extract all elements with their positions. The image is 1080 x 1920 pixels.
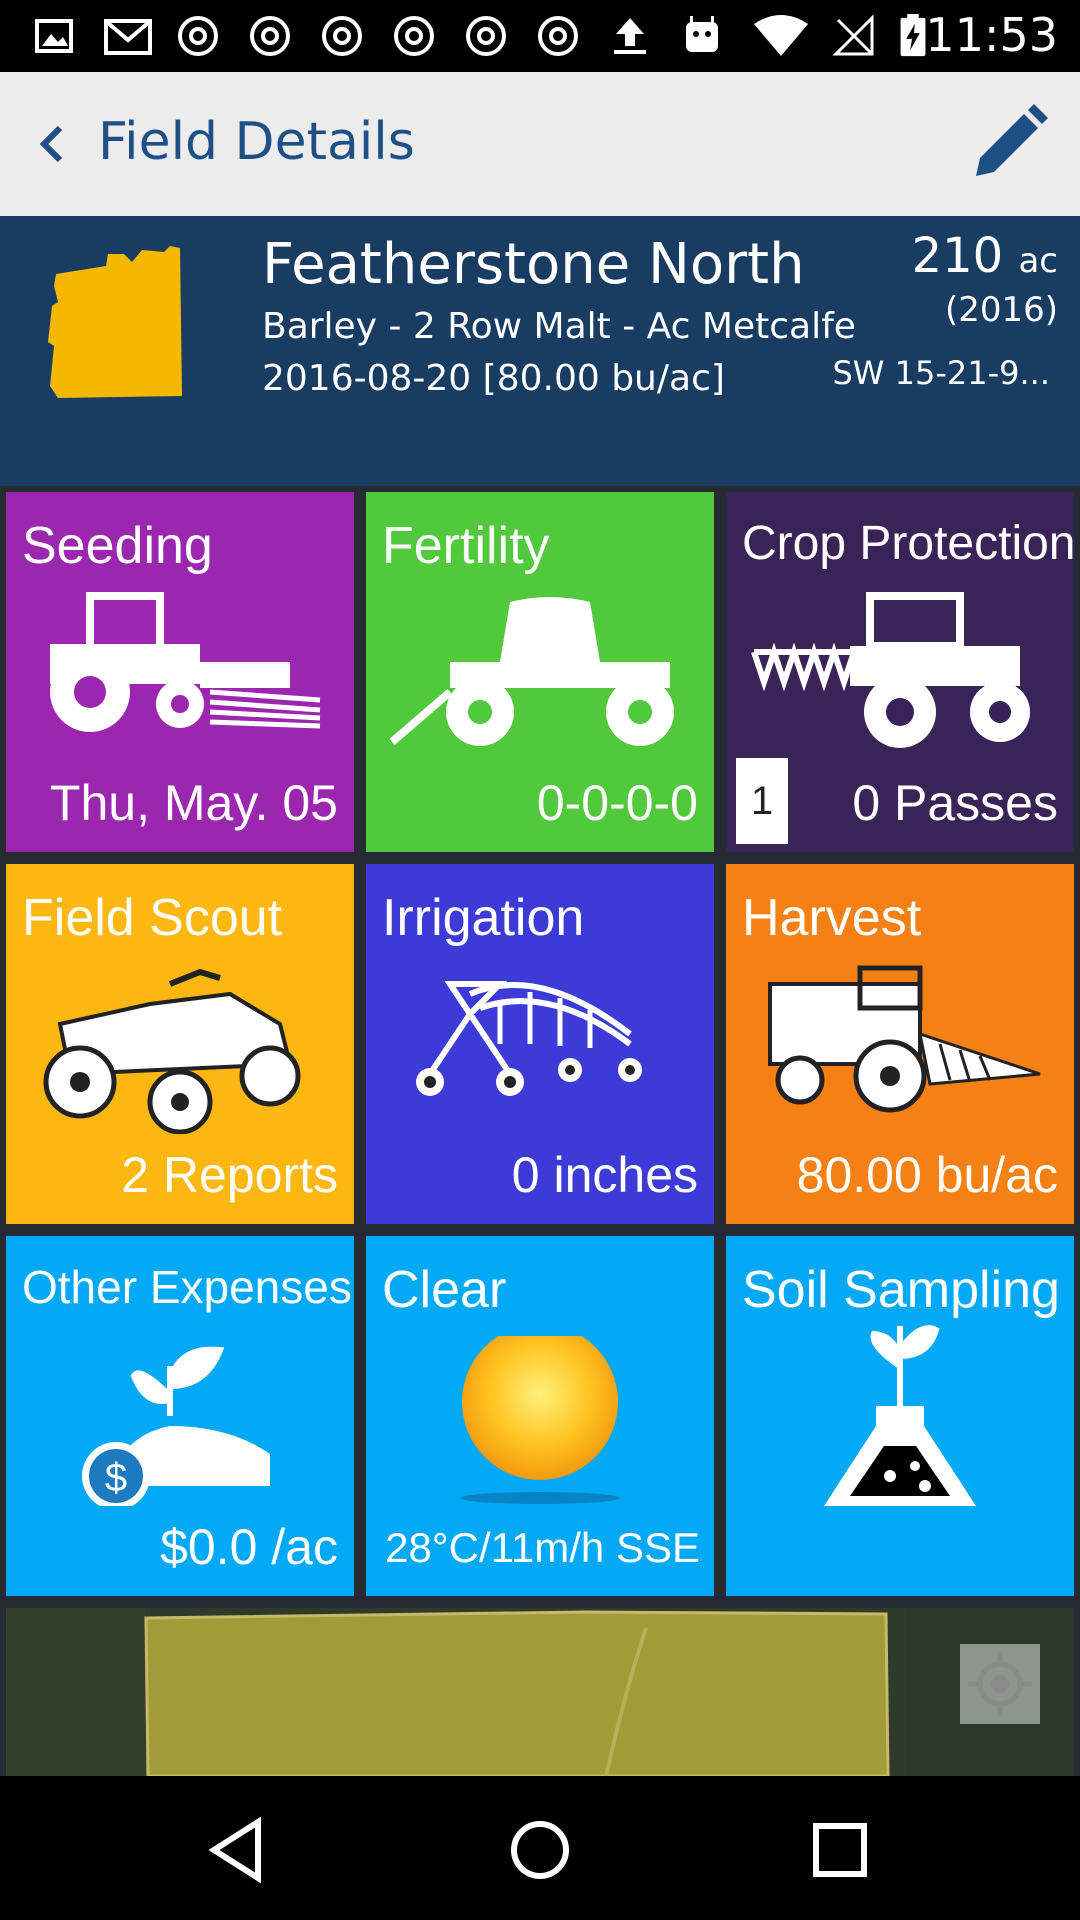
chrome-notification-icon: [322, 16, 362, 56]
tile-weather[interactable]: Clear 28°C/11m/h SSE: [366, 1236, 714, 1596]
image-notification-icon: [35, 19, 73, 53]
tile-title: Field Scout: [22, 889, 283, 947]
tile-field-scout[interactable]: Field Scout 2 Reports: [6, 864, 354, 1224]
tile-harvest[interactable]: Harvest 80.00 bu/ac: [726, 864, 1074, 1224]
tile-soil-sampling[interactable]: Soil Sampling: [726, 1236, 1074, 1596]
legal-land-description: SW 15-21-9...: [832, 354, 1050, 392]
chrome-notification-icon: [250, 16, 290, 56]
sprayer-icon: [751, 592, 1030, 748]
tile-title: Crop Protection: [742, 517, 1074, 570]
field-map[interactable]: [6, 1608, 1074, 1776]
tile-value: 2 Reports: [121, 1147, 338, 1203]
wifi-icon: [754, 15, 808, 56]
field-name: Featherstone North: [262, 232, 805, 297]
tile-title: Soil Sampling: [742, 1261, 1060, 1319]
fertilizer-cart-icon: [390, 597, 674, 746]
status-time: 11:53: [925, 8, 1058, 62]
app-bar: Field Details: [0, 72, 1080, 216]
pass-count-badge: 1: [736, 758, 788, 844]
tile-value: 80.00 bu/ac: [796, 1147, 1058, 1203]
gmail-notification-icon: [104, 19, 152, 55]
chrome-notification-icon: [394, 16, 434, 56]
seeder-tractor-icon: [50, 592, 321, 732]
tile-value: 28°C/11m/h SSE: [385, 1524, 700, 1571]
nav-home-icon[interactable]: [500, 1810, 580, 1890]
sun-icon: [460, 1336, 620, 1504]
back-button[interactable]: [24, 112, 84, 176]
tile-title: Other Expenses: [22, 1261, 352, 1313]
flask-sprout-icon: [824, 1325, 976, 1506]
tile-title: Seeding: [22, 517, 213, 575]
pivot-irrigation-icon: [416, 981, 642, 1096]
tile-title: Harvest: [742, 889, 922, 947]
money-plant-icon: $: [82, 1346, 270, 1506]
acres-unit: ac: [1018, 241, 1058, 281]
navigation-bar: [0, 1776, 1080, 1920]
harvest-date-yield: 2016-08-20 [80.00 bu/ac]: [262, 358, 725, 399]
chrome-notification-icon: [466, 16, 506, 56]
battery-charging-icon: [900, 14, 926, 57]
nav-recents-icon[interactable]: [800, 1810, 880, 1890]
tile-crop-protection[interactable]: Crop Protection 1 0 Passes: [726, 492, 1074, 852]
tile-value: 0 inches: [511, 1147, 698, 1203]
field-header[interactable]: Featherstone North Barley - 2 Row Malt -…: [0, 216, 1080, 486]
tile-irrigation[interactable]: Irrigation 0 inches: [366, 864, 714, 1224]
tile-title: Clear: [382, 1261, 507, 1319]
tile-fertility[interactable]: Fertility 0-0-0-0: [366, 492, 714, 852]
edit-button[interactable]: [966, 102, 1050, 186]
tile-other-expenses[interactable]: Other Expenses $ $0.0 /ac: [6, 1236, 354, 1596]
tile-title: Fertility: [382, 517, 550, 575]
acres-value: 210: [911, 228, 1004, 284]
crop-variety: Barley - 2 Row Malt - Ac Metcalfe: [262, 306, 856, 347]
tile-value: Thu, May. 05: [49, 775, 338, 831]
page-title: Field Details: [98, 112, 415, 172]
no-signal-icon: [832, 14, 874, 56]
upload-icon: [614, 18, 646, 54]
tile-value: $0.0 /ac: [160, 1519, 338, 1575]
combine-icon: [768, 965, 1041, 1113]
locate-me-button[interactable]: [960, 1644, 1040, 1724]
chrome-notification-icon: [178, 16, 218, 56]
tile-seeding[interactable]: Seeding Thu, May. 05: [6, 492, 354, 852]
atv-icon: [43, 968, 301, 1134]
field-boundary-shape: [48, 246, 182, 398]
status-bar: 11:53: [0, 0, 1080, 72]
chrome-notification-icon: [538, 16, 578, 56]
tile-value: 0-0-0-0: [536, 775, 698, 831]
field-acres: 210 ac: [912, 228, 1058, 284]
tile-title: Irrigation: [382, 889, 585, 947]
satellite-map-image: [6, 1608, 1074, 1776]
svg-text:$: $: [105, 1456, 127, 1500]
tile-value: 0 Passes: [852, 775, 1058, 831]
nav-back-icon[interactable]: [200, 1810, 280, 1890]
android-icon: [686, 16, 718, 52]
crop-year: (2016): [944, 290, 1058, 330]
